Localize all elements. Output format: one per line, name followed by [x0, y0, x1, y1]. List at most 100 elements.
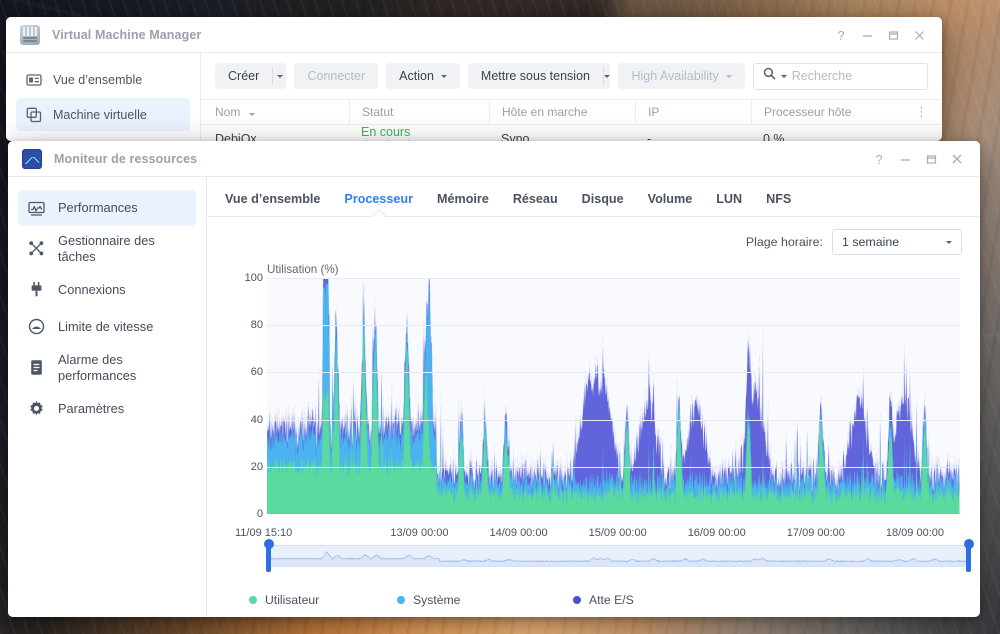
- x-axis-tick: 16/09 00:00: [688, 527, 746, 539]
- chart-plot-area[interactable]: [267, 278, 960, 514]
- sidebar-item-performances[interactable]: Performances: [18, 190, 196, 226]
- y-axis-tick: 80: [251, 319, 263, 331]
- x-axis-tick: 17/09 00:00: [787, 527, 845, 539]
- sidebar-item-label: Paramètres: [58, 401, 124, 417]
- legend-item-atte-es: Atte E/S: [573, 593, 634, 607]
- column-header-processeur-hote[interactable]: Processeur hôte: [751, 99, 891, 125]
- sidebar-item-parametres[interactable]: Paramètres: [18, 391, 196, 427]
- rm-titlebar[interactable]: Moniteur de ressources ?: [8, 141, 980, 177]
- legend-label: Atte E/S: [589, 593, 634, 607]
- sidebar-item-label: Performances: [58, 200, 138, 216]
- close-icon[interactable]: [906, 22, 932, 48]
- table-row[interactable]: DebiOx En cours d’exécution Syno - 0 %: [201, 125, 942, 141]
- create-button[interactable]: Créer: [215, 63, 286, 89]
- power-on-dropdown-arrow[interactable]: [603, 63, 610, 89]
- tab-lun[interactable]: LUN: [716, 192, 742, 216]
- x-axis-tick: 13/09 00:00: [390, 527, 448, 539]
- sidebar-item-alarme-des-performances[interactable]: Alarme des performances: [18, 346, 196, 390]
- vmm-titlebar[interactable]: Virtual Machine Manager ?: [6, 17, 942, 53]
- plug-icon: [28, 281, 45, 298]
- column-header-statut[interactable]: Statut: [349, 99, 489, 125]
- time-range-scrubber[interactable]: [267, 545, 970, 567]
- sidebar-item-gestionnaire-des-taches[interactable]: Gestionnaire des tâches: [18, 227, 196, 271]
- tab-disque[interactable]: Disque: [582, 192, 624, 216]
- sidebar-item-label: Alarme des performances: [58, 352, 186, 384]
- gridline: [267, 325, 960, 326]
- cell-statut: En cours d’exécution: [349, 125, 489, 141]
- chevron-down-icon: [946, 241, 952, 244]
- legend-color-swatch: [397, 596, 405, 604]
- speed-limit-icon: [28, 318, 45, 335]
- vmm-window-controls[interactable]: ?: [828, 17, 932, 53]
- sidebar-item-label: Machine virtuelle: [53, 108, 147, 122]
- action-button-label: Action: [399, 69, 434, 83]
- connect-button[interactable]: Connecter: [294, 63, 378, 89]
- maximize-icon[interactable]: [918, 146, 944, 172]
- minimize-icon[interactable]: [854, 22, 880, 48]
- performance-icon: [28, 200, 45, 217]
- tab-memoire[interactable]: Mémoire: [437, 192, 489, 216]
- vmm-toolbar: Créer Connecter Action Mettre sous tensi…: [201, 53, 942, 99]
- tab-volume[interactable]: Volume: [648, 192, 693, 216]
- maximize-icon[interactable]: [880, 22, 906, 48]
- chevron-down-icon: [726, 75, 732, 78]
- rm-sidebar: Performances Gestionnaire des tâches Con…: [8, 177, 207, 617]
- column-options-icon[interactable]: ⋮: [915, 108, 942, 116]
- search-scope-arrow[interactable]: [781, 75, 787, 78]
- task-manager-icon: [28, 240, 45, 257]
- rm-window-title: Moniteur de ressources: [54, 152, 197, 166]
- time-range-select[interactable]: 1 semaine: [832, 229, 962, 255]
- sidebar-item-vue-d-ensemble[interactable]: Vue d’ensemble: [16, 63, 190, 96]
- resource-monitor-window[interactable]: Moniteur de ressources ? Performances: [8, 141, 980, 617]
- column-header-hote-en-marche[interactable]: Hôte en marche: [489, 99, 635, 125]
- time-range-bar: Plage horaire: 1 semaine: [207, 217, 980, 255]
- power-on-button[interactable]: Mettre sous tension: [468, 63, 611, 89]
- power-on-button-label: Mettre sous tension: [468, 63, 603, 89]
- legend-color-swatch: [249, 596, 257, 604]
- high-availability-button[interactable]: High Availability: [618, 63, 744, 89]
- column-header-nom[interactable]: Nom: [201, 105, 349, 119]
- vmm-window-title: Virtual Machine Manager: [52, 28, 201, 42]
- chevron-down-icon: [441, 75, 447, 78]
- legend-item-utilisateur: Utilisateur: [249, 593, 397, 607]
- sidebar-item-limite-de-vitesse[interactable]: Limite de vitesse: [18, 309, 196, 345]
- legend-label: Système: [413, 593, 460, 607]
- sidebar-item-label: Vue d’ensemble: [53, 73, 142, 87]
- sidebar-item-label: Limite de vitesse: [58, 319, 153, 335]
- create-dropdown-arrow[interactable]: [273, 63, 287, 89]
- cell-ip: -: [635, 132, 751, 141]
- help-icon[interactable]: ?: [828, 22, 854, 48]
- sidebar-item-label: Connexions: [58, 282, 126, 298]
- legend-color-swatch: [573, 596, 581, 604]
- tab-processeur[interactable]: Processeur: [344, 192, 413, 216]
- sidebar-item-connexions[interactable]: Connexions: [18, 272, 196, 308]
- column-header-ip[interactable]: IP: [635, 99, 751, 125]
- tab-nfs[interactable]: NFS: [766, 192, 791, 216]
- virtual-machine-manager-window[interactable]: Virtual Machine Manager ? Vue d’ensemble: [6, 17, 942, 141]
- search-placeholder: Recherche: [792, 69, 852, 83]
- high-availability-label: High Availability: [631, 69, 718, 83]
- close-icon[interactable]: [944, 146, 970, 172]
- x-axis-tick: 11/09 15:10: [235, 527, 292, 539]
- scrubber-handle-left[interactable]: [266, 542, 271, 572]
- sidebar-item-machine-virtuelle[interactable]: Machine virtuelle: [16, 98, 190, 131]
- connect-button-label: Connecter: [307, 69, 365, 83]
- gridline: [267, 420, 960, 421]
- scrubber-handle-right[interactable]: [966, 542, 971, 572]
- action-button[interactable]: Action: [386, 63, 460, 89]
- help-icon[interactable]: ?: [866, 146, 892, 172]
- tab-reseau[interactable]: Réseau: [513, 192, 558, 216]
- search-input[interactable]: Recherche: [753, 63, 928, 90]
- sidebar-item-label: Gestionnaire des tâches: [58, 233, 186, 265]
- time-range-label: Plage horaire:: [746, 235, 823, 249]
- gridline: [267, 278, 960, 279]
- vm-table: Nom Statut Hôte en marche IP Processeur …: [201, 99, 942, 141]
- chart-title: Utilisation (%): [267, 263, 339, 276]
- rm-window-controls[interactable]: ?: [866, 141, 970, 177]
- y-axis-tick: 100: [245, 272, 263, 284]
- chart-canvas: [267, 278, 960, 514]
- tab-vue-d-ensemble[interactable]: Vue d’ensemble: [225, 192, 320, 216]
- legend-label: Utilisateur: [265, 593, 319, 607]
- minimize-icon[interactable]: [892, 146, 918, 172]
- gear-icon: [28, 400, 45, 417]
